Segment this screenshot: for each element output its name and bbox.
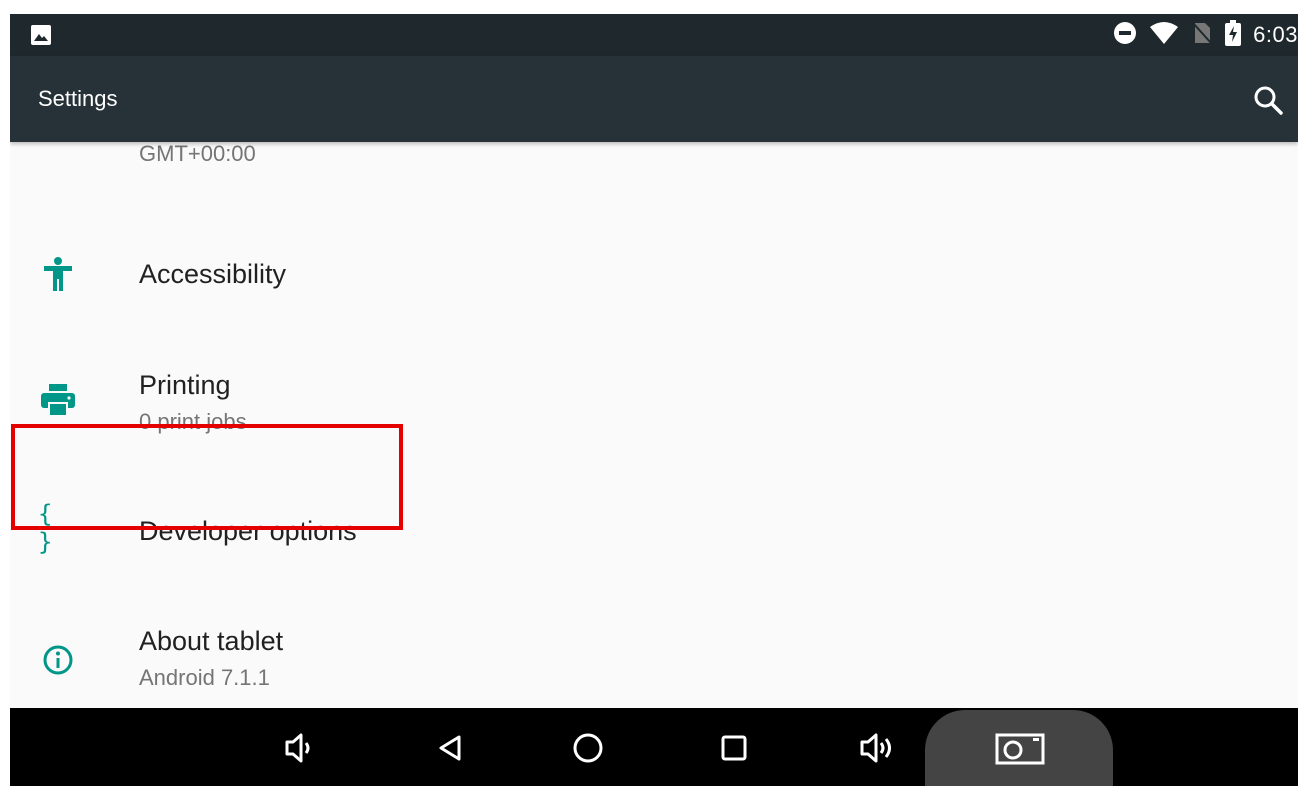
home-icon	[573, 733, 603, 763]
recents-button[interactable]	[712, 726, 756, 770]
list-item-title: Printing	[139, 370, 231, 400]
status-icons: 6:03	[1113, 14, 1298, 56]
list-item-developer-options[interactable]: { } Developer options	[10, 458, 1298, 586]
battery-charging-icon	[1225, 19, 1242, 51]
volume-up-icon	[860, 733, 891, 763]
do-not-disturb-icon	[1113, 21, 1137, 50]
list-item-title: Developer options	[139, 516, 357, 546]
braces-icon: { }	[38, 500, 53, 556]
list-item-subtitle: Android 7.1.1	[139, 665, 270, 690]
list-item-title: About tablet	[139, 626, 284, 656]
screenshot-button[interactable]	[995, 726, 1045, 770]
recents-icon	[721, 735, 747, 761]
volume-down-button[interactable]	[276, 726, 320, 770]
info-icon	[38, 640, 78, 680]
status-bar: 6:03	[10, 14, 1298, 56]
back-icon	[439, 735, 461, 761]
volume-up-button[interactable]	[856, 726, 900, 770]
print-icon	[38, 380, 78, 420]
list-item-subtitle: GMT+00:00	[139, 142, 256, 166]
tablet-screen: 6:03 Settings GMT+00:00 Accessibility Pr…	[10, 14, 1298, 786]
no-sim-icon	[1191, 21, 1213, 50]
back-button[interactable]	[428, 726, 472, 770]
list-item-subtitle: 0 print jobs	[139, 409, 247, 434]
settings-list: GMT+00:00 Accessibility Printing 0 print…	[10, 142, 1298, 708]
screenshot-icon	[995, 733, 1045, 765]
app-bar: Settings	[10, 56, 1298, 142]
status-time: 6:03	[1253, 22, 1298, 47]
volume-down-icon	[285, 733, 310, 763]
search-button[interactable]	[1246, 78, 1290, 122]
wifi-icon	[1149, 21, 1179, 50]
list-item-title: Accessibility	[139, 259, 287, 289]
list-item-about-tablet[interactable]: About tablet Android 7.1.1	[10, 586, 1298, 708]
page-title: Settings	[38, 86, 118, 111]
search-icon	[1254, 86, 1283, 115]
image-icon	[30, 24, 52, 46]
accessibility-icon	[38, 254, 78, 294]
navigation-bar	[10, 708, 1298, 786]
home-button[interactable]	[566, 726, 610, 770]
list-item-date-time[interactable]: GMT+00:00	[10, 142, 1298, 202]
list-item-printing[interactable]: Printing 0 print jobs	[10, 330, 1298, 458]
list-item-accessibility[interactable]: Accessibility	[10, 202, 1298, 330]
